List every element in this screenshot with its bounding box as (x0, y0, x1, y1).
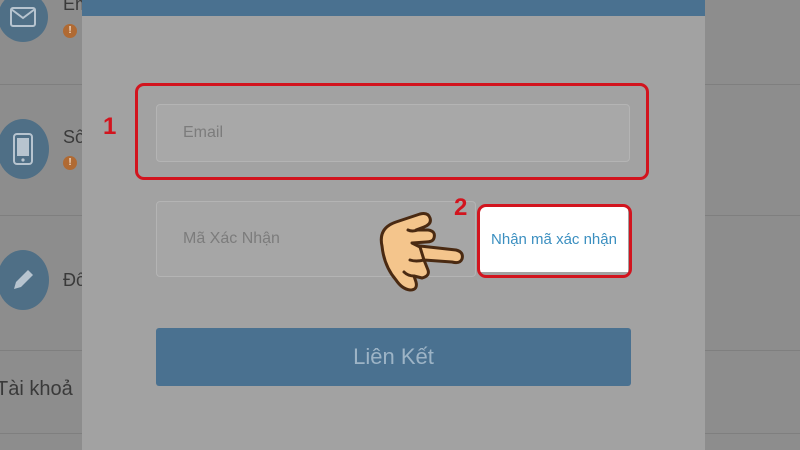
warning-icon: ! (63, 156, 77, 170)
modal-header (82, 0, 705, 16)
warning-icon: ! (63, 24, 77, 38)
envelope-icon (0, 0, 48, 42)
link-button[interactable]: Liên Kết (156, 328, 631, 386)
phone-icon (0, 119, 49, 179)
highlight-get-code (477, 204, 632, 278)
pointing-hand-icon (379, 212, 464, 292)
pencil-icon (0, 250, 49, 310)
step-number-1: 1 (103, 113, 117, 140)
highlight-email (135, 83, 649, 180)
section-heading: Tài khoả (0, 378, 73, 400)
